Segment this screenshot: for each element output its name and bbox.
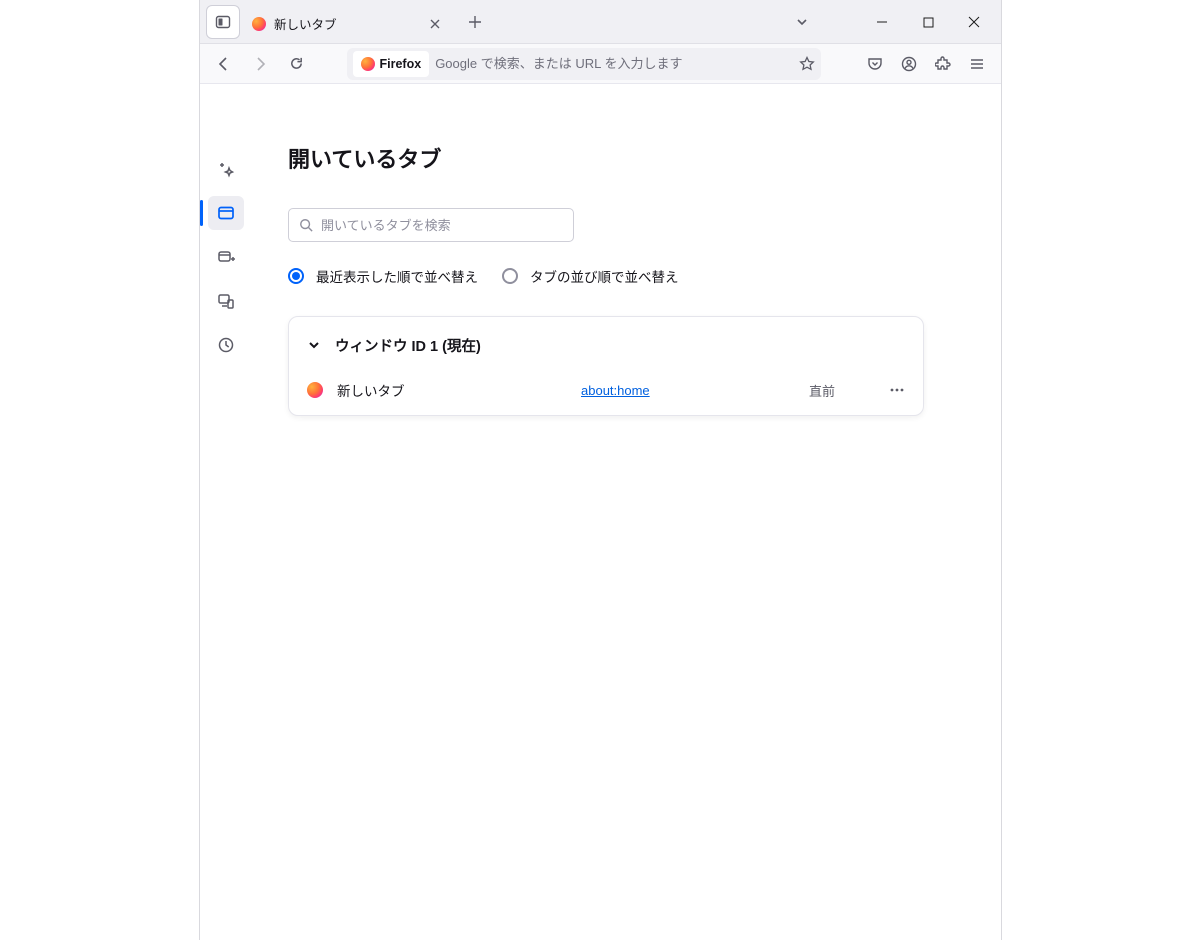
- radio-icon: [288, 268, 304, 284]
- minimize-icon: [876, 16, 888, 28]
- firefox-favicon-icon: [252, 17, 266, 31]
- account-button[interactable]: [893, 48, 925, 80]
- list-all-tabs-button[interactable]: [785, 7, 819, 37]
- nav-toolbar: Firefox: [200, 44, 1001, 84]
- maximize-icon: [923, 17, 934, 28]
- window-group-title: ウィンドウ ID 1 (現在): [335, 335, 481, 356]
- back-button[interactable]: [208, 48, 240, 80]
- rail-item-recently-closed[interactable]: [208, 240, 244, 274]
- urlbar-container: Firefox: [316, 48, 851, 80]
- bookmark-star-button[interactable]: [799, 56, 815, 72]
- pocket-icon: [867, 56, 883, 72]
- sort-by-recent-radio[interactable]: 最近表示した順で並べ替え: [288, 266, 478, 286]
- hamburger-icon: [969, 56, 985, 72]
- firefox-logo-icon: [361, 57, 375, 71]
- star-icon: [799, 56, 815, 72]
- search-open-tabs[interactable]: [288, 208, 574, 242]
- window-group-header[interactable]: ウィンドウ ID 1 (現在): [289, 321, 923, 369]
- tab-row-title: 新しいタブ: [337, 380, 567, 400]
- sort-by-recent-label: 最近表示した順で並べ替え: [316, 266, 478, 286]
- browser-window: 新しいタブ: [199, 0, 1002, 940]
- window-minimize-button[interactable]: [859, 0, 905, 44]
- side-rail: [200, 84, 252, 940]
- content-area: 開いているタブ 最近表示した順で並べ替え タブの並び順で並べ替え: [200, 84, 1001, 940]
- close-icon: [968, 16, 980, 28]
- radio-icon: [502, 268, 518, 284]
- search-input[interactable]: [321, 218, 563, 233]
- tab-row-url[interactable]: about:home: [581, 383, 650, 398]
- search-icon: [299, 218, 313, 232]
- new-tab-button[interactable]: [460, 7, 490, 37]
- identity-label: Firefox: [380, 57, 422, 71]
- tab-close-button[interactable]: [424, 13, 446, 35]
- urlbar[interactable]: Firefox: [347, 48, 821, 80]
- tab-row[interactable]: 新しいタブ about:home 直前: [289, 369, 923, 411]
- close-icon: [429, 18, 441, 30]
- more-horizontal-icon: [889, 382, 905, 398]
- chevron-down-icon: [307, 338, 321, 352]
- tab[interactable]: 新しいタブ: [244, 7, 454, 41]
- window-group-card: ウィンドウ ID 1 (現在) 新しいタブ about:home 直前: [288, 316, 924, 416]
- back-arrow-icon: [216, 56, 232, 72]
- app-menu-button[interactable]: [961, 48, 993, 80]
- forward-button[interactable]: [244, 48, 276, 80]
- sort-by-tab-order-label: タブの並び順で並べ替え: [530, 266, 679, 286]
- plus-icon: [468, 15, 482, 29]
- sidebar-icon: [215, 14, 231, 30]
- firefox-favicon-icon: [307, 382, 323, 398]
- sparkle-icon: [217, 160, 235, 178]
- tab-strip: 新しいタブ: [200, 0, 1001, 44]
- reload-icon: [289, 56, 304, 71]
- sort-by-tab-order-radio[interactable]: タブの並び順で並べ替え: [502, 266, 679, 286]
- identity-box[interactable]: Firefox: [353, 51, 430, 77]
- puzzle-icon: [935, 56, 951, 72]
- tab-title: 新しいタブ: [274, 14, 416, 33]
- window-close-button[interactable]: [951, 0, 997, 44]
- extensions-button[interactable]: [927, 48, 959, 80]
- rail-item-history[interactable]: [208, 328, 244, 362]
- window-plus-icon: [217, 248, 235, 266]
- sidebar-toggle-button[interactable]: [206, 5, 240, 39]
- tab-row-time: 直前: [809, 381, 835, 400]
- main-panel: 開いているタブ 最近表示した順で並べ替え タブの並び順で並べ替え: [252, 84, 1001, 940]
- forward-arrow-icon: [252, 56, 268, 72]
- reload-button[interactable]: [280, 48, 312, 80]
- pocket-button[interactable]: [859, 48, 891, 80]
- account-icon: [901, 56, 917, 72]
- tabstrip-right: [785, 0, 997, 44]
- sort-options: 最近表示した順で並べ替え タブの並び順で並べ替え: [288, 266, 961, 286]
- rail-item-other-devices[interactable]: [208, 284, 244, 318]
- page-title: 開いているタブ: [288, 142, 961, 174]
- clock-icon: [217, 336, 235, 354]
- tab-row-menu-button[interactable]: [889, 382, 905, 398]
- window-maximize-button[interactable]: [905, 0, 951, 44]
- devices-icon: [217, 292, 235, 310]
- rail-item-open-tabs[interactable]: [208, 196, 244, 230]
- urlbar-input[interactable]: [435, 56, 792, 71]
- rail-item-recent[interactable]: [208, 152, 244, 186]
- window-icon: [217, 204, 235, 222]
- toolbar-right: [859, 48, 993, 80]
- chevron-down-icon: [795, 15, 809, 29]
